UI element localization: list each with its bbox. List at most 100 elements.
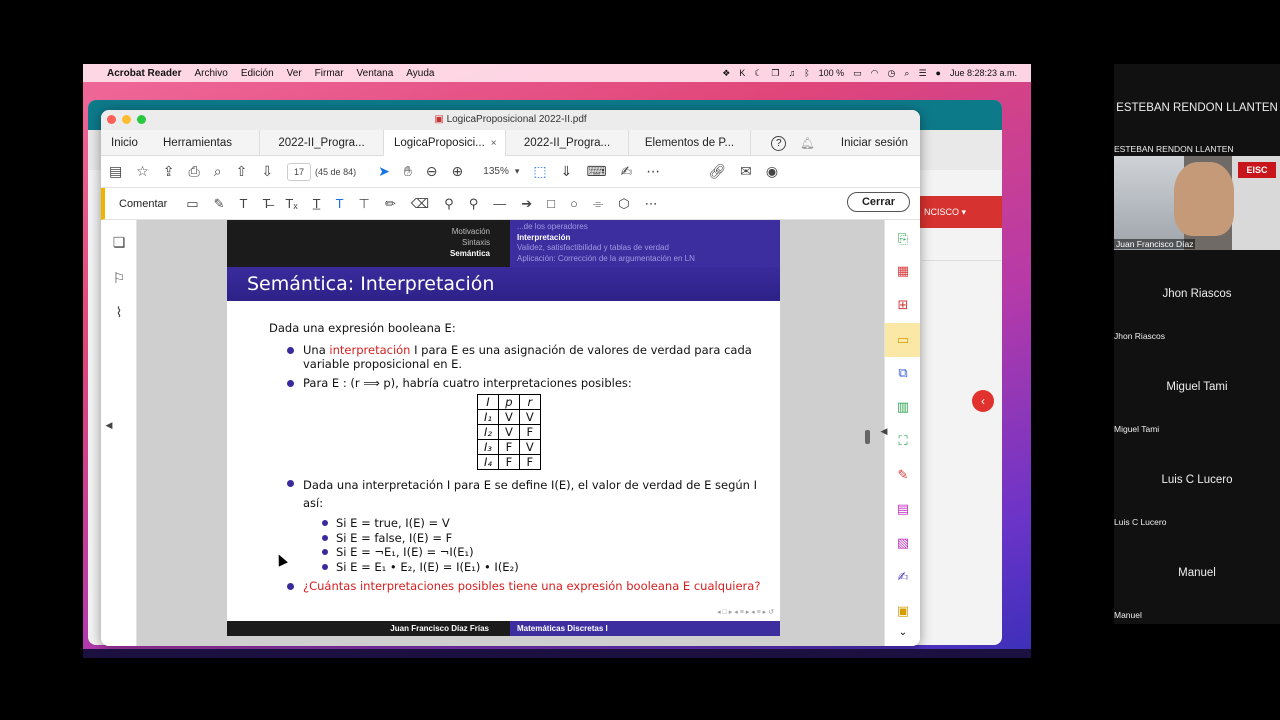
- background-app-user-bar[interactable]: NCISCO ▾: [920, 196, 1002, 228]
- minimize-window-button[interactable]: [122, 115, 131, 124]
- tab-herramientas[interactable]: Herramientas: [153, 129, 260, 156]
- windows-icon[interactable]: ❐: [771, 68, 779, 79]
- help-icon[interactable]: ?: [771, 135, 787, 151]
- participant-tile[interactable]: Luis C Lucero Luis C Lucero: [1114, 436, 1280, 529]
- menu-firmar[interactable]: Firmar: [315, 68, 344, 79]
- menu-app-name[interactable]: Acrobat Reader: [107, 68, 181, 79]
- select-cursor-icon[interactable]: ➤: [378, 163, 390, 180]
- menu-ayuda[interactable]: Ayuda: [406, 68, 434, 79]
- tab-inicio[interactable]: Inicio: [101, 130, 153, 156]
- nav-validez[interactable]: Validez, satisfactibilidad y tablas de v…: [517, 243, 773, 254]
- search-icon[interactable]: ⌕: [904, 68, 909, 79]
- document-area[interactable]: Motivación Sintaxis Semántica ...de los …: [137, 220, 884, 646]
- zoom-in-icon[interactable]: ⊕: [452, 163, 464, 180]
- menu-archivo[interactable]: Archivo: [194, 68, 227, 79]
- scroll-mode-icon[interactable]: ⇓: [561, 163, 573, 180]
- create-pdf-icon[interactable]: ⊞: [892, 294, 914, 316]
- combine-files-icon[interactable]: ⧉: [892, 362, 914, 384]
- close-window-button[interactable]: [107, 115, 116, 124]
- maximize-window-button[interactable]: [137, 115, 146, 124]
- text-icon[interactable]: T: [240, 196, 248, 211]
- nav-motivacion[interactable]: Motivación: [227, 226, 490, 237]
- headphones-icon[interactable]: ♫: [788, 68, 795, 78]
- participant-tile[interactable]: Miguel Tami Miguel Tami: [1114, 343, 1280, 436]
- page-down-icon[interactable]: ⇩: [261, 163, 273, 180]
- paperclip-icon[interactable]: ⌇: [111, 304, 127, 320]
- protect-icon[interactable]: ▧: [892, 532, 914, 554]
- link-icon[interactable]: 🔗︎: [708, 163, 726, 180]
- upload-icon[interactable]: ⇪: [163, 163, 175, 180]
- menubar-clock[interactable]: Jue 8:28:23 a.m.: [950, 68, 1017, 78]
- sticky-note-icon[interactable]: ▭: [186, 196, 198, 212]
- highlighter-icon[interactable]: ✎: [214, 196, 225, 212]
- account-icon[interactable]: ◉: [766, 163, 778, 180]
- pages-icon[interactable]: ❏: [111, 234, 127, 250]
- menu-ventana[interactable]: Ventana: [357, 68, 394, 79]
- stamp-icon[interactable]: ⚲: [444, 196, 454, 212]
- nav-operadores[interactable]: ...de los operadores: [517, 222, 773, 233]
- strikethrough-icon[interactable]: T̶: [262, 196, 270, 211]
- oval-icon[interactable]: ○: [570, 196, 578, 211]
- mail-icon[interactable]: ✉: [740, 163, 752, 180]
- participant-video[interactable]: EISC: [1114, 156, 1280, 250]
- replace-text-icon[interactable]: Tₓ: [285, 196, 297, 211]
- export-pdf-icon[interactable]: ⎘: [892, 228, 914, 250]
- tab-doc-1[interactable]: 2022-II_Progra...: [260, 129, 384, 156]
- text-underline-icon[interactable]: T̲: [313, 196, 321, 211]
- collapse-right-icon[interactable]: ◀: [873, 420, 895, 442]
- control-center-icon[interactable]: ☰: [918, 68, 926, 79]
- nav-semantica[interactable]: Semántica: [227, 248, 490, 259]
- more-comment-icon[interactable]: ⋯: [645, 196, 658, 212]
- compress-pdf-icon[interactable]: ▥: [892, 396, 914, 418]
- page-up-icon[interactable]: ⇧: [236, 163, 248, 180]
- request-signature-icon[interactable]: ✍: [892, 566, 914, 588]
- comment-tool-icon[interactable]: ▭: [885, 323, 920, 357]
- sign-icon[interactable]: ✍: [621, 163, 633, 180]
- battery-icon[interactable]: ▭: [853, 68, 862, 79]
- vertical-scrollbar-thumb[interactable]: [865, 430, 870, 444]
- fill-sign-icon[interactable]: ✎: [892, 464, 914, 486]
- attach-icon[interactable]: ⚲: [469, 196, 479, 212]
- pencil-icon[interactable]: ✏: [385, 196, 396, 212]
- polygon-icon[interactable]: ⬡: [618, 196, 629, 212]
- more-tools-icon[interactable]: ▣: [892, 600, 914, 622]
- tab-doc-4[interactable]: Elementos de P...: [629, 129, 751, 156]
- bluetooth-icon[interactable]: ᛒ: [804, 68, 809, 78]
- bookmark-icon[interactable]: ⚐: [111, 270, 127, 286]
- save-icon[interactable]: ▤: [109, 163, 122, 180]
- participant-tile[interactable]: Manuel Manuel: [1114, 529, 1280, 622]
- signin-button[interactable]: Iniciar sesión: [841, 137, 908, 149]
- page-number-input[interactable]: 17: [287, 162, 312, 181]
- arrow-icon[interactable]: ➔: [521, 196, 532, 212]
- beamer-nav-symbols[interactable]: ◂ □ ▸ ◂ ≡ ▸ ◂ ≡ ▸ ↺: [717, 608, 774, 616]
- clock-icon[interactable]: ◷: [888, 68, 896, 79]
- tab-doc-3[interactable]: 2022-II_Progra...: [506, 129, 629, 156]
- moon-icon[interactable]: ☾: [754, 68, 762, 79]
- nav-aplicacion[interactable]: Aplicación: Corrección de la argumentaci…: [517, 254, 773, 265]
- fit-page-icon[interactable]: ⬚: [533, 163, 546, 180]
- edit-pdf-icon[interactable]: ▤: [892, 498, 914, 520]
- k-icon[interactable]: K: [739, 68, 745, 78]
- scan-ocr-icon[interactable]: ⛶: [892, 430, 914, 452]
- zoom-out-icon[interactable]: ⊖: [426, 163, 438, 180]
- close-comment-button[interactable]: Cerrar: [846, 192, 910, 212]
- chevron-down-icon[interactable]: ⌄: [892, 622, 914, 644]
- more-icon[interactable]: ⋯: [646, 163, 660, 180]
- print-icon[interactable]: ⎙: [189, 163, 200, 180]
- menu-ver[interactable]: Ver: [287, 68, 302, 79]
- participant-tile-top[interactable]: ESTEBAN RENDON LLANTEN ESTEBAN RENDON LL…: [1114, 64, 1280, 156]
- chevron-left-icon[interactable]: ‹: [972, 390, 994, 412]
- nav-interpretacion[interactable]: Interpretación: [517, 233, 773, 244]
- polyline-icon[interactable]: ⌯: [593, 196, 603, 212]
- text-box-icon[interactable]: ⊤: [359, 196, 370, 212]
- line-icon[interactable]: —: [493, 196, 506, 211]
- collapse-left-icon[interactable]: ◀: [101, 420, 117, 436]
- menu-edicion[interactable]: Edición: [241, 68, 274, 79]
- keyboard-icon[interactable]: ⌨: [586, 163, 606, 180]
- dropbox-icon[interactable]: ❖: [722, 68, 730, 79]
- hand-icon[interactable]: ✋︎: [404, 163, 412, 180]
- siri-icon[interactable]: ●: [936, 68, 941, 78]
- chevron-down-icon[interactable]: ▾: [515, 166, 520, 177]
- close-tab-icon[interactable]: ×: [491, 138, 497, 149]
- tab-doc-2-active[interactable]: LogicaProposici... ×: [384, 129, 506, 156]
